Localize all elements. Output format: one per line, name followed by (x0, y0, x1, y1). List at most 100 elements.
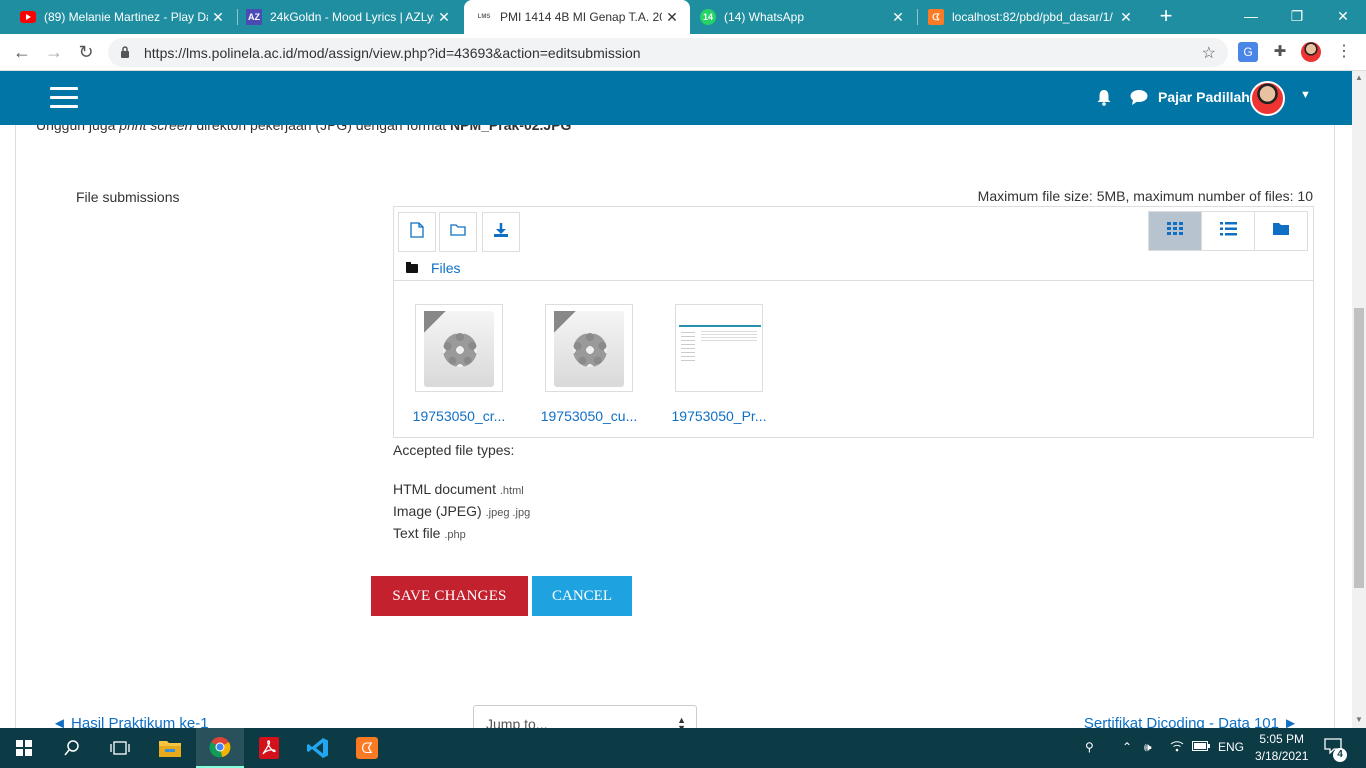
moodle-navbar: Pajar Padillah ▼ (0, 71, 1352, 125)
accepted-type-item: Image (JPEG) .jpeg .jpg (393, 503, 531, 519)
file-item[interactable]: 19753050_cu... (534, 304, 644, 424)
tab-whatsapp[interactable]: 14 (14) WhatsApp ✕ (680, 0, 916, 34)
forward-button[interactable]: → (40, 40, 68, 64)
volume-icon[interactable]: 🕪 (1144, 740, 1152, 755)
tab-localhost[interactable]: ᗧ localhost:82/pbd/pbd_dasar/1/ ✕ (908, 0, 1144, 34)
vscode-icon[interactable] (294, 728, 342, 768)
add-file-button[interactable] (398, 212, 436, 252)
notification-bell-icon[interactable] (1096, 89, 1112, 111)
xampp-icon: ᗧ (928, 9, 944, 25)
acrobat-icon[interactable] (245, 728, 293, 768)
file-item[interactable]: 19753050_Pr... (664, 304, 774, 424)
view-tree-button[interactable] (1254, 211, 1308, 251)
svg-text:ᗧ: ᗧ (361, 741, 373, 757)
reload-button[interactable]: ↻ (72, 40, 100, 64)
page-scrollbar[interactable]: ▲ ▼ (1352, 71, 1366, 728)
file-name[interactable]: 19753050_Pr... (664, 408, 774, 424)
chrome-icon[interactable] (196, 728, 244, 768)
file-name[interactable]: 19753050_cr... (404, 408, 514, 424)
hamburger-menu-icon[interactable] (50, 87, 78, 109)
back-button[interactable]: ← (8, 40, 36, 64)
chevron-down-icon[interactable]: ▼ (1300, 89, 1311, 101)
minimize-button[interactable]: — (1228, 0, 1274, 34)
file-item[interactable]: 19753050_cr... (404, 304, 514, 424)
file-submissions-label: File submissions (76, 189, 180, 205)
notification-count-badge: 4 (1333, 748, 1347, 762)
close-window-button[interactable]: ✕ (1320, 0, 1366, 34)
select-arrows-icon: ▲ ▼ (677, 715, 686, 729)
azlyrics-icon: AZ (246, 9, 262, 25)
address-bar: ← → ↻ https://lms.polinela.ac.id/mod/ass… (0, 34, 1366, 71)
file-thumbnail[interactable] (415, 304, 503, 392)
windows-start-icon[interactable] (0, 728, 48, 768)
people-icon[interactable]: ⚲ (1085, 740, 1094, 754)
new-tab-button[interactable]: + (1154, 5, 1178, 29)
generic-file-icon (424, 311, 494, 387)
accepted-type-item: HTML document .html (393, 481, 524, 497)
file-thumbnail[interactable] (675, 304, 763, 392)
screenshot-preview-image (679, 325, 761, 373)
accepted-type-item: Text file .php (393, 525, 466, 541)
system-clock[interactable]: 5:05 PM 3/18/2021 (1255, 731, 1308, 765)
scroll-down-icon[interactable]: ▼ (1355, 715, 1363, 724)
close-icon[interactable]: ✕ (1116, 9, 1136, 26)
task-view-icon[interactable] (96, 728, 144, 768)
scrollbar-thumb[interactable] (1354, 308, 1364, 588)
language-indicator[interactable]: ENG (1218, 740, 1244, 754)
file-thumbnail[interactable] (545, 304, 633, 392)
profile-avatar-icon[interactable] (1301, 42, 1321, 62)
download-icon (493, 222, 509, 242)
youtube-icon (20, 9, 36, 25)
user-name[interactable]: Pajar Padillah (1158, 89, 1250, 105)
view-icons-button[interactable] (1148, 211, 1202, 251)
scroll-up-icon[interactable]: ▲ (1355, 73, 1363, 82)
folder-icon (1273, 222, 1289, 240)
lock-icon (120, 45, 134, 60)
whatsapp-icon: 14 (700, 9, 716, 25)
tab-azlyrics[interactable]: AZ 24kGoldn - Mood Lyrics | AZLyri ✕ (226, 0, 462, 34)
file-explorer-icon[interactable] (146, 728, 194, 768)
view-list-button[interactable] (1201, 211, 1255, 251)
create-folder-button[interactable] (439, 212, 477, 252)
search-icon[interactable] (48, 728, 96, 768)
translate-extension-icon[interactable]: G (1238, 42, 1258, 62)
close-icon[interactable]: ✕ (888, 9, 908, 26)
extensions-puzzle-icon[interactable]: ✚ (1270, 42, 1290, 62)
lms-icon: LMS (477, 14, 491, 20)
save-changes-button[interactable]: SAVE CHANGES (371, 576, 528, 616)
url-bar[interactable]: https://lms.polinela.ac.id/mod/assign/vi… (108, 38, 1228, 67)
list-icon (1219, 221, 1237, 241)
chevron-up-icon[interactable]: ⌃ (1122, 740, 1132, 754)
wifi-icon[interactable] (1170, 740, 1184, 755)
main-content: Unggun juga print screen direktori peker… (15, 125, 1335, 728)
files-path-link[interactable]: Files (431, 260, 461, 276)
max-file-size-text: Maximum file size: 5MB, maximum number o… (977, 188, 1313, 204)
folder-outline-icon (450, 223, 466, 241)
download-all-button[interactable] (482, 212, 520, 252)
messages-bubble-icon[interactable] (1130, 89, 1148, 110)
gear-icon (443, 333, 477, 367)
browser-tab-bar: (89) Melanie Martinez - Play Da ✕ AZ 24k… (0, 0, 1366, 34)
file-name[interactable]: 19753050_cu... (534, 408, 644, 424)
tab-title: localhost:82/pbd/pbd_dasar/1/ (952, 10, 1113, 24)
next-activity-link[interactable]: Sertifikat Dicoding - Data 101 ► (1084, 715, 1298, 728)
accepted-types-heading: Accepted file types: (393, 442, 515, 458)
user-avatar[interactable] (1250, 81, 1285, 116)
xampp-icon[interactable]: ᗧ (343, 728, 391, 768)
tab-youtube[interactable]: (89) Melanie Martinez - Play Da ✕ (0, 0, 236, 34)
restore-button[interactable]: ❐ (1274, 0, 1320, 34)
tab-title: (89) Melanie Martinez - Play Da (44, 10, 208, 24)
browser-menu-icon[interactable]: ⋮ (1334, 42, 1354, 62)
jump-to-select[interactable]: Jump to... ▲ ▼ (473, 705, 697, 728)
close-icon[interactable]: ✕ (208, 9, 228, 26)
tab-lms-active[interactable]: LMS PMI 1414 4B MI Genap T.A. 202 ✕ (464, 0, 690, 34)
previous-activity-link[interactable]: ◄ Hasil Praktikum ke-1 (52, 715, 209, 728)
battery-icon[interactable] (1192, 740, 1210, 754)
close-icon[interactable]: ✕ (434, 9, 454, 26)
bookmark-star-icon[interactable]: ☆ (1202, 43, 1216, 63)
file-manager-toolbar: Files (394, 207, 1313, 281)
generic-file-icon (554, 311, 624, 387)
cancel-button[interactable]: CANCEL (532, 576, 632, 616)
folder-icon (406, 261, 418, 273)
close-icon[interactable]: ✕ (662, 9, 682, 26)
